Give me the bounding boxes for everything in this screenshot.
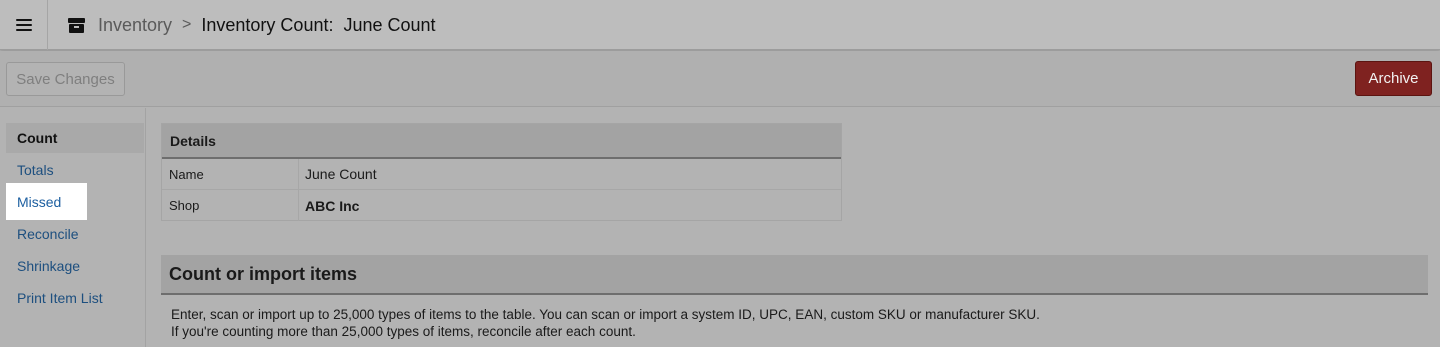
breadcrumb-inventory-link[interactable]: Inventory bbox=[98, 15, 172, 36]
details-label: Shop bbox=[162, 190, 299, 221]
page-title: Inventory Count: June Count bbox=[201, 14, 436, 35]
inventory-box-icon bbox=[68, 17, 85, 33]
details-title: Details bbox=[162, 124, 841, 159]
sidebar-item-reconcile[interactable]: Reconcile bbox=[6, 219, 144, 249]
details-panel: Details Name June Count Shop ABC Inc bbox=[161, 123, 842, 221]
sidebar-nav: Count Totals Missed Reconcile Shrinkage … bbox=[0, 108, 146, 347]
sidebar-item-missed[interactable]: Missed bbox=[6, 183, 87, 220]
details-label: Name bbox=[162, 159, 299, 189]
chevron-right-icon: > bbox=[182, 16, 192, 33]
toolbar: Save Changes Archive bbox=[0, 51, 1440, 107]
details-row-shop: Shop ABC Inc bbox=[162, 190, 841, 221]
details-value: June Count bbox=[305, 166, 377, 182]
count-import-section: Count or import items Enter, scan or imp… bbox=[161, 255, 1428, 340]
instruction-line: Enter, scan or import up to 25,000 types… bbox=[171, 307, 1040, 322]
sidebar-item-shrinkage[interactable]: Shrinkage bbox=[6, 251, 144, 281]
sidebar-item-count[interactable]: Count bbox=[6, 123, 144, 153]
save-changes-button[interactable]: Save Changes bbox=[6, 62, 125, 96]
sidebar-item-print-item-list[interactable]: Print Item List bbox=[6, 283, 144, 313]
hamburger-icon bbox=[15, 19, 32, 31]
count-instructions: Enter, scan or import up to 25,000 types… bbox=[161, 295, 1428, 340]
details-value: ABC Inc bbox=[305, 197, 360, 214]
instruction-line: If you're counting more than 25,000 type… bbox=[171, 324, 636, 339]
sidebar-item-totals[interactable]: Totals bbox=[6, 155, 144, 185]
archive-button[interactable]: Archive bbox=[1355, 61, 1432, 96]
menu-button[interactable] bbox=[0, 0, 48, 50]
count-section-title: Count or import items bbox=[161, 255, 1428, 295]
breadcrumb: Inventory > Inventory Count: June Count bbox=[68, 0, 436, 50]
app-header: Inventory > Inventory Count: June Count bbox=[0, 0, 1440, 50]
details-row-name: Name June Count bbox=[162, 159, 841, 190]
